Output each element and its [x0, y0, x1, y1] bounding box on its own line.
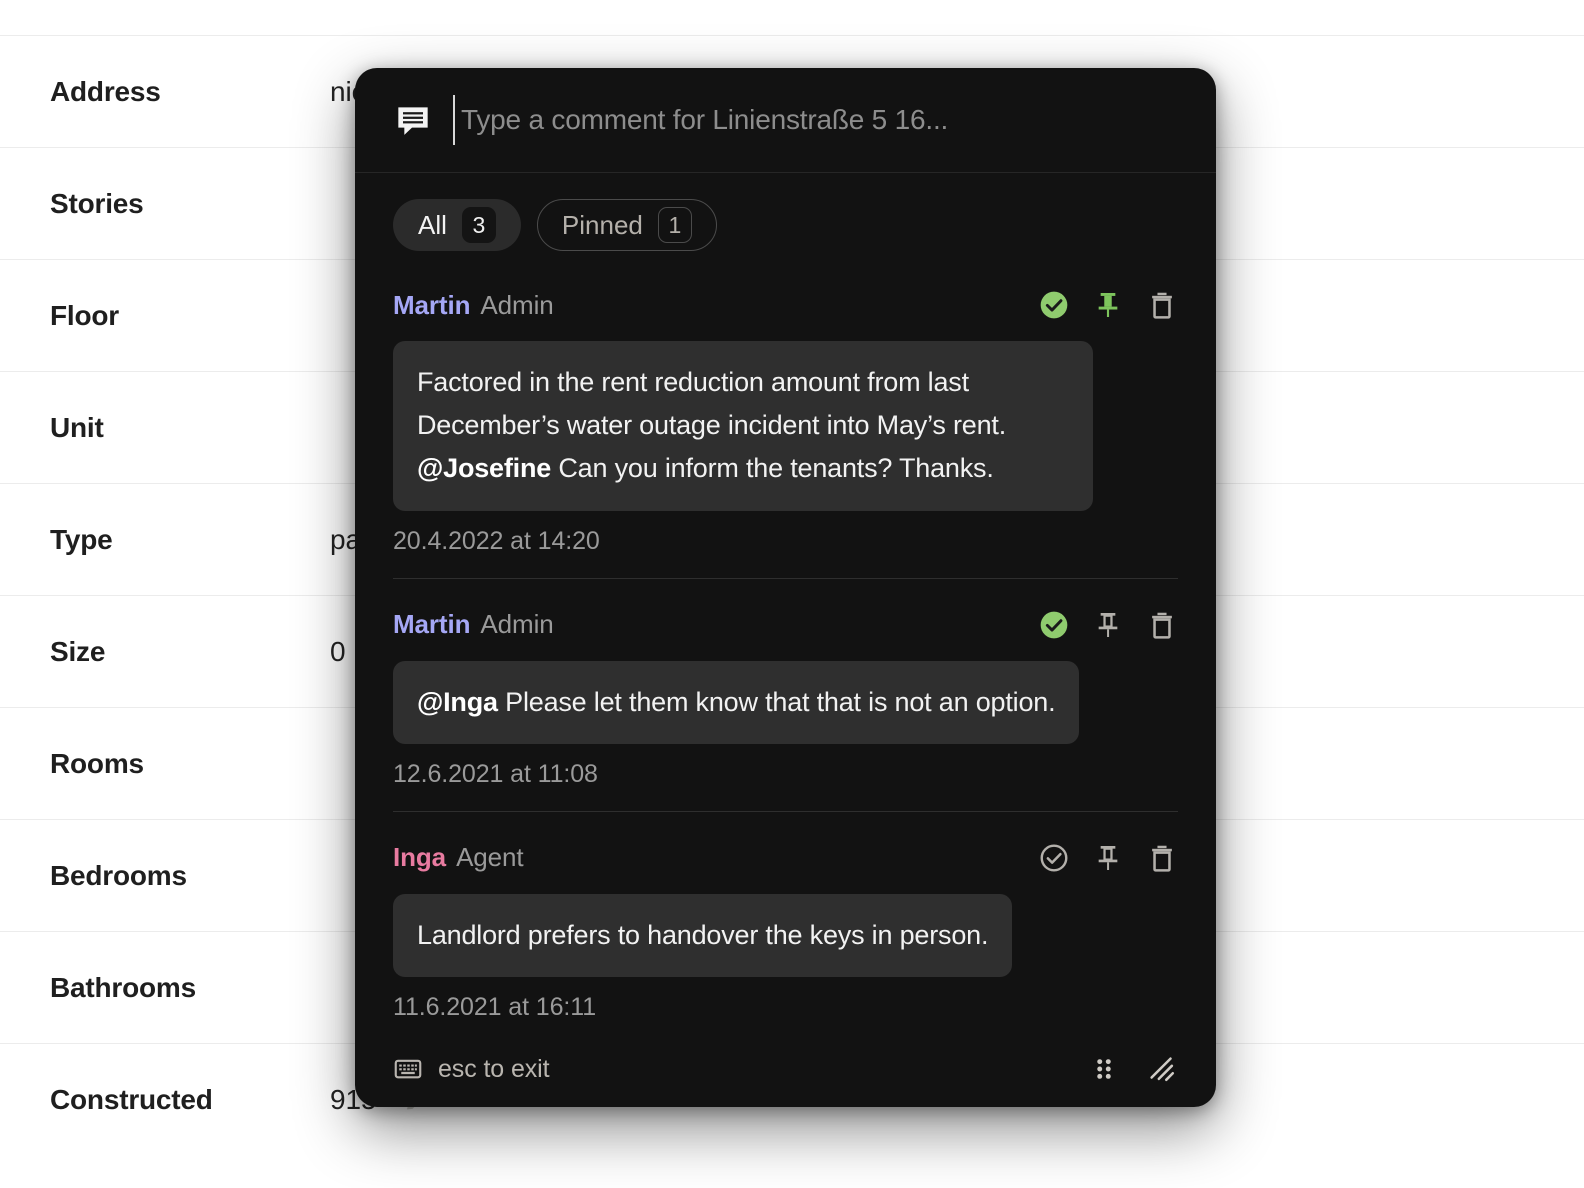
- property-label: Address: [50, 75, 161, 107]
- resolve-check-icon[interactable]: [1038, 289, 1070, 321]
- comment-timestamp: 20.4.2022 at 14:20: [393, 526, 600, 555]
- resolve-check-icon[interactable]: [1038, 609, 1070, 641]
- property-label: Rooms: [50, 747, 144, 779]
- delete-trash-icon[interactable]: [1146, 289, 1178, 321]
- tab-all[interactable]: All 3: [393, 199, 521, 251]
- comment-actions: [1038, 842, 1178, 874]
- comment-item: Martin Admin @Inga Please let them know …: [393, 577, 1178, 789]
- property-label: Bedrooms: [50, 859, 187, 891]
- comment-author: Martin: [393, 289, 471, 320]
- comment-body: @Inga Please let them know that that is …: [393, 660, 1080, 744]
- comment-item: Inga Agent Landlord prefers to handover …: [393, 810, 1178, 1022]
- comment-text-suffix: Please let them know that that is not an…: [497, 686, 1056, 717]
- tab-pinned-count: 1: [657, 207, 692, 243]
- property-label: Unit: [50, 411, 104, 443]
- comment-header: Inga Agent: [393, 838, 1178, 878]
- comment-actions: [1038, 289, 1178, 321]
- comment-input-placeholder: Type a comment for Linienstraße 5 16...: [461, 104, 949, 135]
- comment-timestamp: 12.6.2021 at 11:08: [393, 759, 598, 788]
- comment-body: Landlord prefers to handover the keys in…: [393, 893, 1013, 977]
- property-label: Stories: [50, 187, 144, 219]
- comment-author: Inga: [393, 842, 447, 873]
- comment-composer[interactable]: Type a comment for Linienstraße 5 16...: [355, 68, 1216, 173]
- footer-tools: [1088, 1053, 1178, 1085]
- comments-modal: Type a comment for Linienstraße 5 16... …: [355, 68, 1216, 1107]
- property-label: Constructed: [50, 1083, 213, 1115]
- property-label: Size: [50, 635, 106, 667]
- tab-all-count: 3: [461, 207, 496, 243]
- comment-author-role: Admin: [480, 609, 554, 640]
- pin-icon[interactable]: [1092, 842, 1124, 874]
- comment-input-field[interactable]: Type a comment for Linienstraße 5 16...: [453, 91, 1178, 149]
- resize-grip-icon[interactable]: [1146, 1053, 1178, 1085]
- comment-text-suffix: Can you inform the tenants? Thanks.: [551, 453, 994, 484]
- comment-header: Martin Admin: [393, 285, 1178, 325]
- comment-text-prefix: Factored in the rent reduction amount fr…: [417, 367, 1007, 441]
- comment-author-role: Agent: [456, 842, 524, 873]
- tab-pinned[interactable]: Pinned 1: [536, 199, 717, 251]
- comment-mention[interactable]: @Inga: [417, 687, 498, 717]
- comment-timestamp: 11.6.2021 at 16:11: [393, 992, 597, 1021]
- comment-actions: [1038, 609, 1178, 641]
- comment-author: Martin: [393, 609, 471, 640]
- esc-hint: esc to exit: [393, 1054, 550, 1084]
- delete-trash-icon[interactable]: [1146, 842, 1178, 874]
- keyboard-icon: [393, 1054, 423, 1084]
- comment-text-prefix: Landlord prefers to handover the keys in…: [417, 919, 989, 950]
- modal-footer: esc to exit: [355, 1031, 1216, 1107]
- tab-all-label: All: [418, 209, 447, 240]
- property-label: Bathrooms: [50, 971, 196, 1003]
- tab-pinned-label: Pinned: [561, 209, 643, 240]
- delete-trash-icon[interactable]: [1146, 609, 1178, 641]
- drag-handle-icon[interactable]: [1088, 1053, 1120, 1085]
- comment-header: Martin Admin: [393, 605, 1178, 645]
- property-label: Type: [50, 523, 113, 555]
- pin-icon[interactable]: [1092, 289, 1124, 321]
- comment-item: Martin Admin Factored in the rent reduct…: [393, 273, 1178, 556]
- text-caret: [453, 95, 455, 145]
- comment-mention[interactable]: @Josefine: [417, 453, 551, 483]
- pin-icon[interactable]: [1092, 609, 1124, 641]
- comment-bubble-icon: [393, 100, 433, 140]
- property-label: Floor: [50, 299, 119, 331]
- resolve-check-icon[interactable]: [1038, 842, 1070, 874]
- comment-author-role: Admin: [480, 289, 554, 320]
- comment-filter-tabs: All 3 Pinned 1: [355, 173, 1216, 273]
- comment-list: Martin Admin Factored in the rent reduct…: [355, 273, 1216, 1031]
- comment-body: Factored in the rent reduction amount fr…: [393, 341, 1093, 511]
- esc-hint-label: esc to exit: [438, 1054, 550, 1083]
